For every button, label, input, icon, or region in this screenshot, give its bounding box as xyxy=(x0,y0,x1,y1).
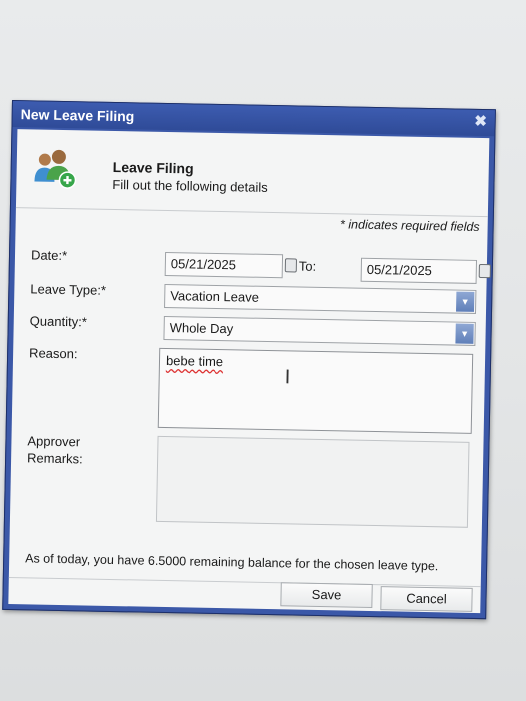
calendar-from-icon[interactable] xyxy=(284,258,298,273)
dialog-title: New Leave Filing xyxy=(20,106,135,125)
date-from-field[interactable]: 05/21/2025 xyxy=(164,251,284,279)
leave-type-label: Leave Type:* xyxy=(30,281,107,298)
save-button[interactable]: Save xyxy=(280,582,373,609)
balance-text: As of today, you have 6.5000 remaining b… xyxy=(25,551,439,574)
required-fields-note: * indicates required fields xyxy=(339,217,480,234)
header-subtitle: Fill out the following details xyxy=(112,176,268,195)
quantity-select[interactable]: Whole Day ▼ xyxy=(163,315,476,346)
leave-type-value: Vacation Leave xyxy=(170,288,260,305)
leave-type-select[interactable]: Vacation Leave ▼ xyxy=(164,283,477,314)
date-label: Date:* xyxy=(30,247,68,264)
reason-label: Reason: xyxy=(29,345,78,362)
chevron-down-icon[interactable]: ▼ xyxy=(456,291,475,312)
quantity-value: Whole Day xyxy=(169,320,234,337)
reason-text: bebe time xyxy=(165,353,224,370)
approver-label-line2: Remarks: xyxy=(26,450,83,467)
header-title: Leave Filing xyxy=(112,158,194,177)
text-cursor-icon: I xyxy=(284,366,291,389)
footer-divider xyxy=(8,577,481,588)
to-label: To: xyxy=(298,258,317,274)
close-icon[interactable]: ✖ xyxy=(473,113,489,130)
cancel-button[interactable]: Cancel xyxy=(380,586,473,612)
users-add-icon xyxy=(34,149,77,189)
reason-textarea[interactable]: bebe time xyxy=(157,347,474,434)
quantity-label: Quantity:* xyxy=(29,313,87,330)
date-to-field[interactable]: 05/21/2025 xyxy=(360,257,478,284)
approver-remarks-textarea xyxy=(155,435,470,528)
approver-label-line1: Approver xyxy=(27,433,81,450)
dialog-body: Leave Filing Fill out the following deta… xyxy=(8,129,491,614)
dialog-header: Leave Filing Fill out the following deta… xyxy=(16,129,489,216)
leave-filing-dialog: New Leave Filing ✖ Leave Filing Fill out… xyxy=(2,100,496,620)
calendar-to-icon[interactable] xyxy=(478,263,491,279)
chevron-down-icon[interactable]: ▼ xyxy=(455,323,474,344)
